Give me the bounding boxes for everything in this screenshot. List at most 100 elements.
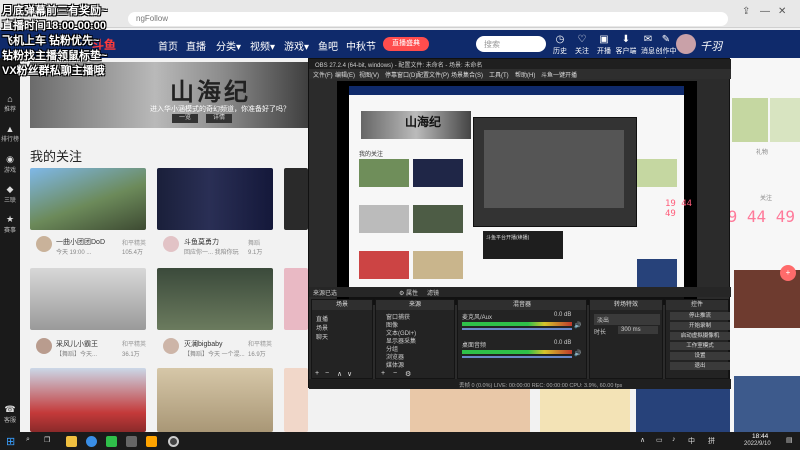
hot-badge[interactable]: 直播盛典 <box>383 37 429 51</box>
site-search-input[interactable]: 搜索 <box>476 36 546 52</box>
streamer-name-5[interactable]: 灭澜bigbaby <box>184 339 223 349</box>
speaker-icon[interactable]: 🔊 <box>574 350 581 357</box>
sidebar-item-rank[interactable]: ▲ 排行榜 <box>0 124 20 143</box>
streamer-avatar-5[interactable] <box>163 338 179 354</box>
douyu-icon[interactable] <box>146 436 157 447</box>
go-live-icon[interactable]: ▣ 开播 <box>592 34 616 56</box>
search-icon[interactable]: ⌕ <box>26 436 30 444</box>
streamer-name-1[interactable]: 一曲小团团DoD <box>56 237 105 247</box>
nav-home[interactable]: 首页 <box>158 38 178 53</box>
user-avatar[interactable] <box>676 34 696 54</box>
streamer-avatar-4[interactable] <box>36 338 52 354</box>
language-icon[interactable]: 中 <box>688 436 695 446</box>
obs-menu-edit[interactable]: 编辑(E) <box>335 70 355 79</box>
obs-menu-docks[interactable]: 停靠窗口(D) <box>385 70 417 79</box>
minimize-icon[interactable]: — <box>760 6 770 17</box>
banner-button-1[interactable]: 一览 <box>172 114 198 123</box>
stream-thumbnail-8[interactable] <box>157 368 273 432</box>
obs-menu-file[interactable]: 文件(F) <box>313 70 333 79</box>
nav-video[interactable]: 视频▾ <box>250 38 275 53</box>
transition-type-select[interactable]: 淡出 <box>594 314 660 325</box>
move-up-icon[interactable]: ∧ <box>337 370 342 378</box>
obs-menu-scene-collection[interactable]: 场景集合(S) <box>451 70 483 79</box>
sidebar-item-sanlian[interactable]: ◆ 三联 <box>0 184 20 204</box>
properties-button[interactable]: ⚙ 属性 <box>399 288 418 297</box>
remove-scene-icon[interactable]: − <box>325 370 329 377</box>
sidebar-item-recommend[interactable]: ⌂ 推荐 <box>0 94 20 113</box>
banner-button-2[interactable]: 详情 <box>206 114 232 123</box>
mixer-slider-desktop[interactable] <box>462 356 572 358</box>
transition-duration-input[interactable]: 300 ms <box>618 326 658 334</box>
add-scene-icon[interactable]: + <box>315 370 319 377</box>
history-icon[interactable]: ◷ 历史 <box>548 34 572 56</box>
volume-icon[interactable]: ♪ <box>672 436 676 443</box>
obs-menu-profile[interactable]: 配置文件(P) <box>417 70 449 79</box>
virtual-camera-button[interactable]: 启动虚拟摄像机 <box>670 332 730 340</box>
scene-item[interactable]: 场景 <box>316 323 328 332</box>
share-icon[interactable]: ⇪ <box>742 6 750 17</box>
stream-thumbnail-4[interactable] <box>30 268 146 330</box>
speaker-icon[interactable]: 🔊 <box>574 322 581 329</box>
remove-source-icon[interactable]: − <box>393 370 397 377</box>
stream-thumbnail-1[interactable] <box>30 168 146 230</box>
stream-thumbnail-10[interactable] <box>410 388 530 432</box>
network-icon[interactable]: ▭ <box>656 436 663 444</box>
taskbar-time[interactable]: 18:44 <box>752 433 768 440</box>
category-1[interactable]: 和平精英 <box>122 238 146 247</box>
tray-arrow-icon[interactable]: ∧ <box>640 436 645 444</box>
add-source-icon[interactable]: + <box>381 370 385 377</box>
obs-menu-tools[interactable]: 工具(T) <box>489 70 509 79</box>
close-icon[interactable]: ✕ <box>778 6 786 17</box>
file-explorer-icon[interactable] <box>66 436 77 447</box>
nav-fishbar[interactable]: 鱼吧 <box>318 38 338 53</box>
browser-icon[interactable] <box>86 436 97 447</box>
address-bar[interactable]: ngFollow <box>128 12 728 26</box>
streamer-avatar-2[interactable] <box>163 236 179 252</box>
task-view-icon[interactable]: ❐ <box>44 436 50 444</box>
stream-thumbnail-7[interactable] <box>30 368 146 432</box>
notification-icon[interactable]: ▤ <box>786 436 793 444</box>
category-4[interactable]: 和平精英 <box>122 339 146 348</box>
app-icon[interactable] <box>126 436 137 447</box>
scene-item[interactable]: 直播 <box>316 314 328 323</box>
right-label-1[interactable]: 关注 <box>760 193 772 202</box>
category-5[interactable]: 和平精英 <box>248 339 272 348</box>
taskbar-date[interactable]: 2022/9/10 <box>744 441 771 447</box>
nav-festival[interactable]: 中秋节 <box>346 38 376 53</box>
sidebar-item-service[interactable]: ☎ 客服 <box>0 404 20 424</box>
stream-thumbnail-3[interactable] <box>284 168 308 230</box>
stream-thumbnail-2[interactable] <box>157 168 273 230</box>
category-2[interactable]: 舞蹈 <box>248 238 260 247</box>
obs-menu-view[interactable]: 视图(V) <box>359 70 379 79</box>
move-down-icon[interactable]: ∨ <box>347 370 352 378</box>
scene-item[interactable]: 聊天 <box>316 332 328 341</box>
obs-menu-help[interactable]: 帮助(H) <box>515 70 535 79</box>
nav-category[interactable]: 分类▾ <box>216 38 241 53</box>
sidebar-item-events[interactable]: ★ 赛事 <box>0 214 20 234</box>
client-icon[interactable]: ⬇ 客户端 <box>614 34 638 56</box>
streamer-name-2[interactable]: 斗鱼莫勇力 <box>184 237 219 247</box>
sidebar-item-games[interactable]: ◉ 游戏 <box>0 154 20 174</box>
nav-games[interactable]: 游戏▾ <box>284 38 309 53</box>
source-item[interactable]: 媒体源 <box>386 360 404 369</box>
stream-thumbnail-11[interactable] <box>540 388 630 432</box>
mixer-slider-mic[interactable] <box>462 328 572 330</box>
right-thumbnail-2[interactable] <box>770 98 800 142</box>
follow-icon[interactable]: ♡ 关注 <box>570 34 594 56</box>
studio-mode-button[interactable]: 工作室模式 <box>670 342 730 350</box>
right-thumbnail-1[interactable] <box>732 98 768 142</box>
nav-live[interactable]: 直播 <box>186 38 206 53</box>
windows-start-icon[interactable]: ⊞ <box>6 435 15 448</box>
floating-add-button[interactable]: + <box>780 265 796 281</box>
input-method-icon[interactable]: 拼 <box>708 436 715 446</box>
stop-streaming-button[interactable]: 停止推流 <box>670 312 730 320</box>
obs-taskbar-icon[interactable] <box>168 436 179 447</box>
obs-menu-douyu[interactable]: 斗鱼一键开播 <box>541 70 577 79</box>
start-recording-button[interactable]: 开始录制 <box>670 322 730 330</box>
streamer-avatar-1[interactable] <box>36 236 52 252</box>
stream-thumbnail-6[interactable] <box>284 268 308 330</box>
streamer-name-4[interactable]: 采风儿小霸王 <box>56 339 98 349</box>
settings-button[interactable]: 设置 <box>670 352 730 360</box>
filters-button[interactable]: 滤镜 <box>427 288 439 297</box>
stream-thumbnail-5[interactable] <box>157 268 273 330</box>
